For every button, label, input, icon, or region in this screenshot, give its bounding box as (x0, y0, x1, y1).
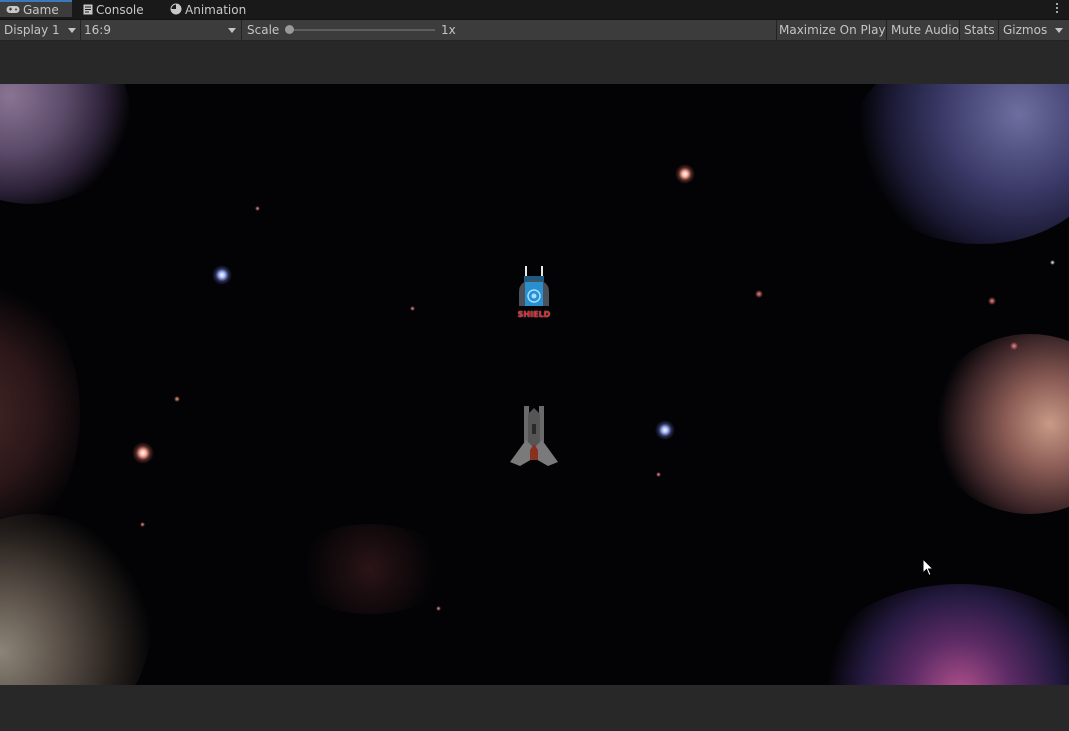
animation-clock-icon (170, 1, 182, 21)
galaxy-bottom-left (0, 514, 150, 685)
gamepad-icon (6, 2, 20, 19)
bright-star (132, 442, 154, 464)
tab-animation[interactable]: Animation (170, 0, 246, 19)
scale-slider-track[interactable] (290, 29, 435, 31)
toolbar-divider (80, 20, 81, 40)
bright-star (655, 420, 675, 440)
tab-game-label: Game (23, 3, 59, 17)
small-star (410, 306, 415, 311)
faint-cloud (290, 524, 450, 614)
tab-game[interactable]: Game (0, 0, 72, 17)
tab-console-label: Console (96, 3, 144, 17)
console-icon (83, 1, 93, 21)
display-dropdown-label: Display 1 (4, 23, 60, 37)
toolbar-divider (998, 20, 999, 40)
spaceship-icon (510, 406, 558, 466)
gizmos-chevron-down-icon[interactable] (1055, 28, 1063, 33)
gizmos-toggle[interactable]: Gizmos (1003, 20, 1047, 40)
nebula-bottom-right (820, 584, 1069, 685)
toolbar-divider (241, 20, 242, 40)
game-viewport[interactable]: SHIELD (0, 84, 1069, 685)
tab-animation-label: Animation (185, 3, 247, 17)
small-star (140, 522, 145, 527)
toolbar-divider (959, 20, 960, 40)
game-view-toolbar: Display 1 16:9 Scale 1x Maximize On Play… (0, 20, 1069, 41)
player-ship (508, 404, 560, 470)
stats-toggle[interactable]: Stats (964, 20, 995, 40)
aspect-dropdown[interactable]: 16:9 (84, 20, 111, 40)
maximize-on-play-toggle[interactable]: Maximize On Play (779, 20, 886, 40)
toolbar-divider (776, 20, 777, 40)
small-star (755, 290, 763, 298)
display-chevron-down-icon (68, 28, 76, 33)
toolbar-divider (886, 20, 887, 40)
aspect-chevron-down-icon (228, 28, 236, 33)
galaxy-top-left (0, 84, 130, 204)
small-star (255, 206, 260, 211)
small-star (1010, 342, 1018, 350)
small-star (174, 396, 180, 402)
mouse-cursor-icon (922, 557, 935, 580)
scale-slider-thumb[interactable] (285, 25, 294, 34)
scale-label: Scale (247, 23, 280, 37)
galaxy-top-right (850, 84, 1069, 244)
mute-audio-toggle[interactable]: Mute Audio (891, 20, 959, 40)
small-star (988, 297, 996, 305)
nebula-left (0, 284, 80, 544)
shield-powerup-label: SHIELD (517, 310, 551, 319)
small-star (656, 472, 661, 477)
small-star (436, 606, 441, 611)
nebula-right (930, 334, 1069, 514)
more-options-icon[interactable] (1056, 3, 1059, 16)
scale-value: 1x (441, 23, 456, 37)
small-star (1050, 260, 1055, 265)
bright-star (212, 265, 232, 285)
editor-tab-bar: Game Console Animation (0, 0, 1069, 20)
shield-powerup: SHIELD (514, 266, 554, 324)
bright-star (675, 164, 695, 184)
display-dropdown[interactable]: Display 1 (4, 20, 60, 40)
aspect-dropdown-label: 16:9 (84, 23, 111, 37)
tab-console[interactable]: Console (83, 0, 144, 19)
shield-powerup-icon (519, 266, 549, 306)
